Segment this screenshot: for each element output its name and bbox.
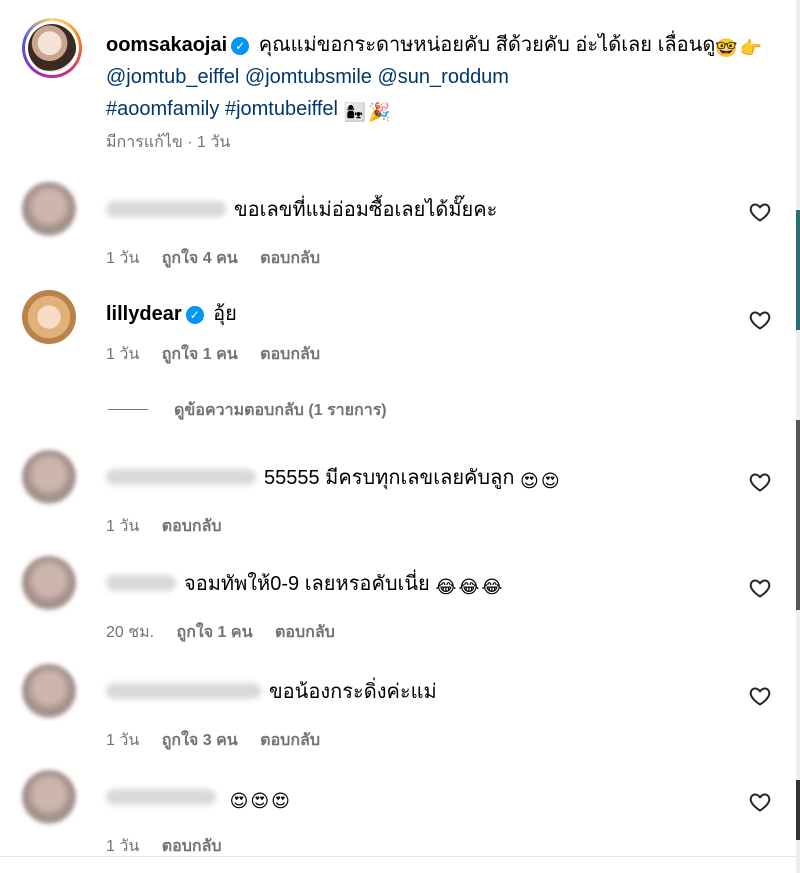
comment-meta: 1 วัน ถูกใจ 3 คน ตอบกลับ (106, 728, 338, 753)
likes-count[interactable]: ถูกใจ 4 คน (162, 250, 238, 267)
comment-time: 1 วัน (106, 732, 140, 749)
view-replies-label[interactable]: ดูข้อความตอบกลับ (1 รายการ) (174, 402, 387, 419)
heart-icon[interactable] (748, 684, 772, 708)
comment-time: 1 วัน (106, 346, 140, 363)
comment-meta: 1 วัน ถูกใจ 4 คน ตอบกลับ (106, 246, 338, 271)
mention-link[interactable]: @jomtubsmile (245, 66, 372, 88)
hashtag-link[interactable]: #aoomfamily (106, 98, 219, 120)
comment-meta: 20 ชม. ถูกใจ 1 คน ตอบกลับ (106, 620, 353, 645)
heart-icon[interactable] (748, 790, 772, 814)
tears-of-joy-emoji-icon: 😂 (435, 577, 457, 597)
tears-of-joy-emoji-icon: 😂 (481, 577, 503, 597)
story-ring[interactable] (22, 18, 82, 78)
blurred-username[interactable] (106, 575, 176, 591)
family-icon: 👩‍👧 (343, 102, 366, 122)
comment-meta: 1 วัน ตอบกลับ (106, 514, 240, 539)
comment-text-row: ขอเลขที่แม่อ่อมซื้อเลยได้มั๊ยคะ (106, 196, 497, 224)
likes-count[interactable]: ถูกใจ 1 คน (177, 624, 253, 641)
heart-eyes-emoji-icon: 😍 (229, 791, 249, 811)
comment-time: 1 วัน (106, 838, 140, 855)
likes-count[interactable]: ถูกใจ 1 คน (162, 346, 238, 363)
reply-button[interactable]: ตอบกลับ (162, 838, 222, 855)
verified-badge-icon: ✓ (231, 37, 250, 55)
heart-eyes-emoji-icon: 😍 (520, 471, 539, 491)
tears-of-joy-emoji-icon: 😂 (458, 577, 480, 597)
likes-count[interactable]: ถูกใจ 3 คน (162, 732, 238, 749)
comment-text-row: 55555 มีครบทุกเลขเลยคับลูก 😍 😍 (106, 464, 562, 492)
edge-segment (796, 210, 800, 330)
reply-button[interactable]: ตอบกลับ (260, 732, 320, 749)
comment-text: ขอน้องกระดิ่งค่ะแม่ (269, 681, 437, 703)
avatar[interactable] (22, 450, 76, 504)
avatar (28, 24, 76, 72)
reply-button[interactable]: ตอบกลับ (275, 624, 335, 641)
comment-username[interactable]: lillydear (106, 303, 182, 325)
edge-segment (796, 420, 800, 610)
reply-button[interactable]: ตอบกลับ (162, 518, 222, 535)
comment-text-row: จอมทัพให้0-9 เลยหรอคับเนี่ย 😂 😂 😂 (106, 570, 504, 598)
edge-segment (796, 780, 800, 840)
comment-time: 1 วัน (106, 250, 140, 267)
blurred-username[interactable] (106, 789, 216, 805)
heart-eyes-emoji-icon: 😍 (250, 791, 270, 811)
avatar[interactable] (22, 770, 76, 824)
reply-button[interactable]: ตอบกลับ (260, 250, 320, 267)
divider (0, 856, 796, 857)
reply-button[interactable]: ตอบกลับ (260, 346, 320, 363)
mention-link[interactable]: @sun_roddum (377, 66, 508, 88)
pointing-hand-icon: 👉 (739, 38, 763, 58)
blurred-username[interactable] (106, 683, 261, 699)
caption-meta: มีการแก้ไข · 1 วัน (106, 134, 231, 151)
hashtag-link[interactable]: #jomtubeiffel (225, 98, 338, 120)
comment-text-row: lillydear ✓ อุ้ย (106, 300, 237, 328)
comment-time: 1 วัน (106, 518, 140, 535)
party-popper-icon: 🎉 (367, 102, 391, 122)
comment-text: 55555 มีครบทุกเลขเลยคับลูก (264, 467, 515, 489)
comment-time: 20 ชม. (106, 624, 155, 641)
comment-text-row: 😍 😍 😍 (106, 784, 292, 812)
blurred-username[interactable] (106, 469, 256, 485)
comment-text: ขอเลขที่แม่อ่อมซื้อเลยได้มั๊ยคะ (234, 199, 498, 221)
verified-badge-icon: ✓ (185, 306, 204, 324)
heart-icon[interactable] (748, 576, 772, 600)
heart-icon[interactable] (748, 308, 772, 332)
heart-eyes-emoji-icon: 😍 (540, 471, 560, 491)
mention-link[interactable]: @jomtub_eiffel (106, 66, 239, 88)
avatar[interactable] (22, 182, 76, 236)
blurred-username[interactable] (106, 201, 226, 217)
caption-username[interactable]: oomsakaojai (106, 34, 227, 56)
right-edge-strip (796, 0, 800, 873)
comment-text: จอมทัพให้0-9 เลยหรอคับเนี่ย (184, 573, 430, 595)
avatar[interactable] (22, 556, 76, 610)
caption-text: คุณแม่ขอกระดาษหน่อยคับ สีด้วยคับ อ่ะได้เ… (258, 34, 716, 56)
comment-meta: 1 วัน ถูกใจ 1 คน ตอบกลับ (106, 342, 338, 367)
heart-icon[interactable] (748, 200, 772, 224)
nerd-face-icon: 🤓 (715, 38, 738, 58)
avatar[interactable] (22, 290, 76, 344)
comment-text-row: ขอน้องกระดิ่งค่ะแม่ (106, 678, 437, 706)
avatar[interactable] (22, 664, 76, 718)
caption-body: oomsakaojai ✓ คุณแม่ขอกระดาษหน่อยคับ สีด้… (106, 29, 766, 125)
heart-eyes-emoji-icon: 😍 (271, 791, 290, 811)
heart-icon[interactable] (748, 470, 772, 494)
view-replies[interactable]: ดูข้อความตอบกลับ (1 รายการ) (108, 398, 387, 423)
comment-text: อุ้ย (213, 303, 237, 325)
avatar-frame (25, 21, 79, 75)
divider (108, 409, 148, 410)
